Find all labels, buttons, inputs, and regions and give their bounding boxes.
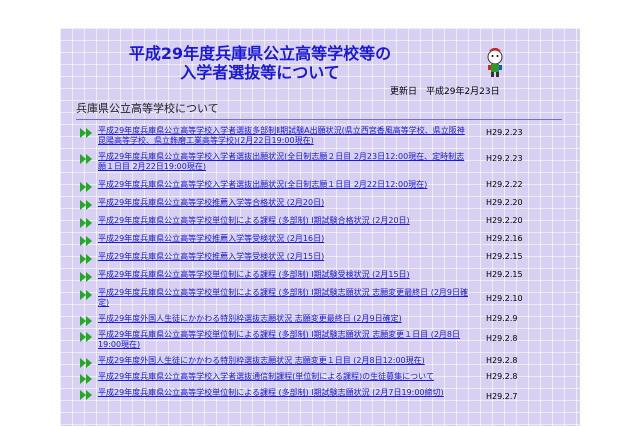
arrow-bullet-icon <box>80 154 92 164</box>
arrow-bullet-icon <box>80 182 92 192</box>
news-date: H29.2.23 <box>486 128 523 137</box>
arrow-bullet-icon <box>80 272 92 282</box>
news-date: H29.2.15 <box>486 252 523 261</box>
news-date: H29.2.20 <box>486 216 523 225</box>
arrow-bullet-icon <box>80 358 92 368</box>
arrow-bullet-icon <box>80 236 92 246</box>
news-date: H29.2.10 <box>486 294 523 303</box>
list-item: 平成29年度兵庫県公立高等学校入学者選抜出願状況(全日制志願１日目 2月22日1… <box>80 180 566 198</box>
arrow-bullet-icon <box>80 390 92 400</box>
news-date: H29.2.16 <box>486 234 523 243</box>
news-link[interactable]: 平成29年度兵庫県公立高等学校単位制による課程 (多部制) Ⅰ期試験志願状況 志… <box>98 288 468 308</box>
arrow-bullet-icon <box>80 128 92 138</box>
page-container: 平成29年度兵庫県公立高等学校等の 入学者選抜等について 更新日 平成29年2月… <box>60 28 580 426</box>
list-item: 平成29年度兵庫県公立高等学校推薦入学等受検状況 (2月16日) H29.2.1… <box>80 234 566 252</box>
news-link[interactable]: 平成29年度兵庫県公立高等学校単位制による課程 (多部制) Ⅰ期試験志願状況 (… <box>98 388 468 398</box>
list-item: 平成29年度兵庫県公立高等学校入学者選抜出願状況(全日制志願２日目 2月23日1… <box>80 152 566 180</box>
arrow-bullet-icon <box>80 200 92 210</box>
list-item: 平成29年度兵庫県公立高等学校単位制による課程 (多部制) Ⅰ期試験志願状況 志… <box>80 330 566 356</box>
arrow-bullet-icon <box>80 254 92 264</box>
title-line-2: 入学者選抜等について <box>180 63 340 82</box>
mascot-icon <box>487 48 503 77</box>
news-date: H29.2.8 <box>486 334 518 343</box>
updated-date: 更新日 平成29年2月23日 <box>390 87 500 97</box>
news-link[interactable]: 平成29年度兵庫県公立高等学校入学者選抜出願状況(全日制志願２日目 2月23日1… <box>98 152 468 172</box>
news-link[interactable]: 平成29年度外国人生徒にかかわる特別枠選抜志願状況 志願変更１日目 (2月8日1… <box>98 356 468 366</box>
news-link[interactable]: 平成29年度兵庫県公立高等学校単位制による課程 (多部制) Ⅰ期試験受検状況 (… <box>98 270 468 280</box>
news-date: H29.2.23 <box>486 154 523 163</box>
news-date: H29.2.15 <box>486 270 523 279</box>
list-item: 平成29年度兵庫県公立高等学校推薦入学等合格状況 (2月20日) H29.2.2… <box>80 198 566 216</box>
news-link[interactable]: 平成29年度兵庫県公立高等学校入学者選抜通信制課程(単位制による課程)の生徒募集… <box>98 372 468 382</box>
news-date: H29.2.22 <box>486 180 523 189</box>
list-item: 平成29年度兵庫県公立高等学校推薦入学等受検状況 (2月15日) H29.2.1… <box>80 252 566 270</box>
news-date: H29.2.8 <box>486 356 518 365</box>
news-list: 平成29年度兵庫県公立高等学校入学者選抜多部制Ⅱ期試験A出願状況(県立西宮香風高… <box>80 126 566 410</box>
list-item: 平成29年度兵庫県公立高等学校単位制による課程 (多部制) Ⅰ期試験志願状況 志… <box>80 288 566 314</box>
list-item: 平成29年度兵庫県公立高等学校単位制による課程 (多部制) Ⅰ期試験受検状況 (… <box>80 270 566 288</box>
list-item: 平成29年度兵庫県公立高等学校入学者選抜通信制課程(単位制による課程)の生徒募集… <box>80 372 566 388</box>
news-date: H29.2.8 <box>486 372 518 381</box>
news-link[interactable]: 平成29年度兵庫県公立高等学校推薦入学等受検状況 (2月15日) <box>98 252 468 262</box>
arrow-bullet-icon <box>80 332 92 342</box>
list-item: 平成29年度外国人生徒にかかわる特別枠選抜志願状況 志願変更１日目 (2月8日1… <box>80 356 566 372</box>
news-date: H29.2.20 <box>486 198 523 207</box>
news-link[interactable]: 平成29年度兵庫県公立高等学校単位制による課程 (多部制) Ⅰ期試験志願状況 志… <box>98 330 468 350</box>
section-heading: 兵庫県公立高等学校について <box>76 100 562 120</box>
news-link[interactable]: 平成29年度兵庫県公立高等学校入学者選抜多部制Ⅱ期試験A出願状況(県立西宮香風高… <box>98 126 468 146</box>
arrow-bullet-icon <box>80 218 92 228</box>
list-item: 平成29年度兵庫県公立高等学校単位制による課程 (多部制) Ⅰ期試験合格状況 (… <box>80 216 566 234</box>
page-title: 平成29年度兵庫県公立高等学校等の 入学者選抜等について <box>60 44 460 82</box>
news-date: H29.2.7 <box>486 392 518 401</box>
arrow-bullet-icon <box>80 290 92 300</box>
news-link[interactable]: 平成29年度兵庫県公立高等学校推薦入学等合格状況 (2月20日) <box>98 198 468 208</box>
news-link[interactable]: 平成29年度外国人生徒にかかわる特別枠選抜志願状況 志願変更最終日 (2月9日確… <box>98 314 468 324</box>
list-item: 平成29年度外国人生徒にかかわる特別枠選抜志願状況 志願変更最終日 (2月9日確… <box>80 314 566 330</box>
title-line-1: 平成29年度兵庫県公立高等学校等の <box>128 44 392 63</box>
arrow-bullet-icon <box>80 374 92 384</box>
news-link[interactable]: 平成29年度兵庫県公立高等学校推薦入学等受検状況 (2月16日) <box>98 234 468 244</box>
list-item: 平成29年度兵庫県公立高等学校単位制による課程 (多部制) Ⅰ期試験志願状況 (… <box>80 388 566 410</box>
list-item: 平成29年度兵庫県公立高等学校入学者選抜多部制Ⅱ期試験A出願状況(県立西宮香風高… <box>80 126 566 152</box>
news-link[interactable]: 平成29年度兵庫県公立高等学校入学者選抜出願状況(全日制志願１日目 2月22日1… <box>98 180 468 190</box>
news-date: H29.2.9 <box>486 314 518 323</box>
arrow-bullet-icon <box>80 316 92 326</box>
news-link[interactable]: 平成29年度兵庫県公立高等学校単位制による課程 (多部制) Ⅰ期試験合格状況 (… <box>98 216 468 226</box>
